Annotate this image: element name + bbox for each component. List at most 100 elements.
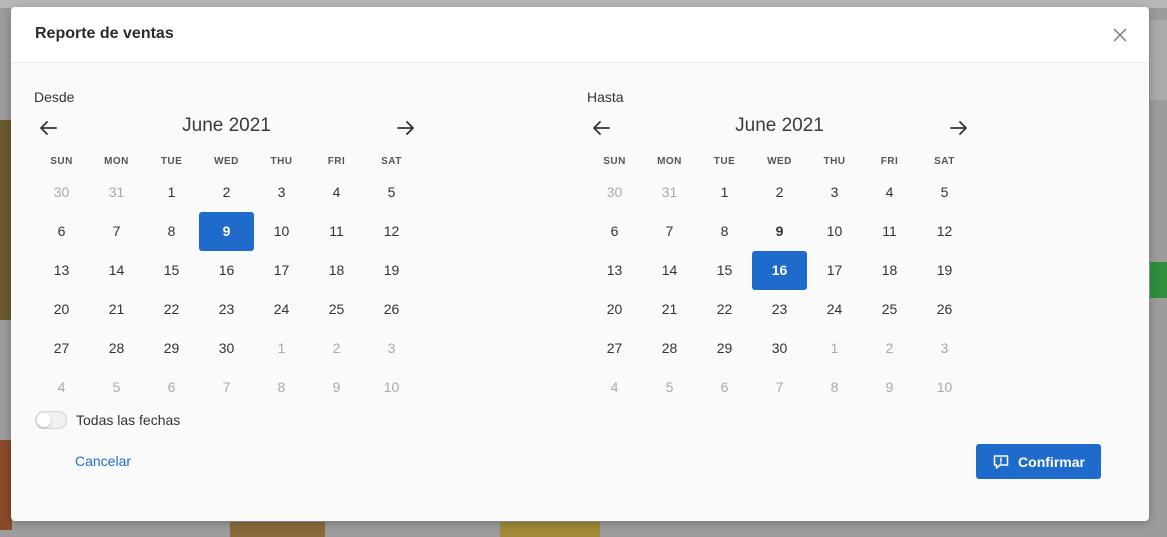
- calendar-day[interactable]: 6: [34, 212, 89, 251]
- calendar-day[interactable]: 25: [862, 290, 917, 329]
- calendar-day[interactable]: 8: [697, 212, 752, 251]
- calendar-day[interactable]: 12: [364, 212, 419, 251]
- calendar-day[interactable]: 5: [364, 173, 419, 212]
- calendar-day[interactable]: 15: [697, 251, 752, 290]
- calendar-day[interactable]: 11: [862, 212, 917, 251]
- calendar-day[interactable]: 22: [697, 290, 752, 329]
- calendar-day[interactable]: 2: [752, 173, 807, 212]
- calendar-day[interactable]: 30: [199, 329, 254, 368]
- calendar-day[interactable]: 29: [697, 329, 752, 368]
- calendar-day[interactable]: 14: [89, 251, 144, 290]
- to-next-month-arrow-icon[interactable]: [947, 116, 971, 140]
- weekday-label: FRI: [327, 156, 346, 167]
- calendar-day[interactable]: 28: [642, 329, 697, 368]
- weekday-label: SAT: [934, 156, 955, 167]
- calendar-day[interactable]: 24: [807, 290, 862, 329]
- calendar-day[interactable]: 4: [309, 173, 364, 212]
- calendar-day[interactable]: 26: [917, 290, 972, 329]
- background-strip: [1150, 20, 1167, 100]
- calendar-day[interactable]: 29: [144, 329, 199, 368]
- calendar-day[interactable]: 26: [364, 290, 419, 329]
- calendar-day[interactable]: 17: [254, 251, 309, 290]
- calendar-day[interactable]: 7: [199, 368, 254, 407]
- calendar-day[interactable]: 1: [254, 329, 309, 368]
- calendar-day[interactable]: 5: [642, 368, 697, 407]
- from-selected-day[interactable]: 9: [199, 212, 254, 251]
- calendar-day[interactable]: 10: [807, 212, 862, 251]
- calendar-day[interactable]: 8: [254, 368, 309, 407]
- calendar-day[interactable]: 5: [89, 368, 144, 407]
- calendar-day[interactable]: 8: [807, 368, 862, 407]
- from-next-month-arrow-icon[interactable]: [394, 116, 418, 140]
- calendar-day[interactable]: 4: [862, 173, 917, 212]
- calendar-day[interactable]: 25: [309, 290, 364, 329]
- calendar-day[interactable]: 11: [309, 212, 364, 251]
- calendar-day[interactable]: 3: [254, 173, 309, 212]
- calendar-day[interactable]: 30: [587, 173, 642, 212]
- calendar-day[interactable]: 10: [917, 368, 972, 407]
- calendar-day[interactable]: 18: [309, 251, 364, 290]
- calendar-day[interactable]: 31: [89, 173, 144, 212]
- calendar-day[interactable]: 24: [254, 290, 309, 329]
- calendar-day[interactable]: 17: [807, 251, 862, 290]
- calendar-day[interactable]: 23: [199, 290, 254, 329]
- calendar-day[interactable]: 4: [34, 368, 89, 407]
- calendar-day[interactable]: 1: [807, 329, 862, 368]
- calendar-day[interactable]: 30: [752, 329, 807, 368]
- to-selected-day[interactable]: 16: [752, 251, 807, 290]
- calendar-day[interactable]: 7: [752, 368, 807, 407]
- calendar-day[interactable]: 21: [89, 290, 144, 329]
- calendar-day[interactable]: 2: [862, 329, 917, 368]
- calendar-day[interactable]: 12: [917, 212, 972, 251]
- modal-title: Reporte de ventas: [35, 25, 174, 42]
- calendar-day[interactable]: 16: [199, 251, 254, 290]
- calendar-day[interactable]: 5: [917, 173, 972, 212]
- calendar-day[interactable]: 21: [642, 290, 697, 329]
- calendar-day[interactable]: 18: [862, 251, 917, 290]
- calendar-day[interactable]: 19: [364, 251, 419, 290]
- calendar-day[interactable]: 13: [587, 251, 642, 290]
- calendar-day[interactable]: 9: [309, 368, 364, 407]
- calendar-day[interactable]: 2: [199, 173, 254, 212]
- calendar-day[interactable]: 2: [309, 329, 364, 368]
- calendar-day[interactable]: 19: [917, 251, 972, 290]
- calendar-day[interactable]: 27: [587, 329, 642, 368]
- calendar-day[interactable]: 9: [752, 212, 807, 251]
- background-strip: [1150, 262, 1167, 298]
- all-dates-toggle[interactable]: [35, 411, 67, 429]
- weekday-label: SUN: [50, 156, 73, 167]
- close-icon[interactable]: [1111, 26, 1129, 44]
- calendar-day[interactable]: 20: [587, 290, 642, 329]
- calendar-day[interactable]: 1: [144, 173, 199, 212]
- confirm-button[interactable]: Confirmar: [976, 444, 1101, 479]
- calendar-day[interactable]: 27: [34, 329, 89, 368]
- calendar-day[interactable]: 31: [642, 173, 697, 212]
- calendar-day[interactable]: 28: [89, 329, 144, 368]
- from-weekday-header: SUN MON TUE WED THU FRI SAT: [34, 151, 419, 173]
- all-dates-toggle-row: Todas las fechas: [35, 410, 180, 430]
- calendar-day[interactable]: 3: [807, 173, 862, 212]
- calendar-day[interactable]: 20: [34, 290, 89, 329]
- calendar-day[interactable]: 4: [587, 368, 642, 407]
- calendar-day[interactable]: 10: [254, 212, 309, 251]
- calendar-day[interactable]: 3: [364, 329, 419, 368]
- calendar-day[interactable]: 7: [89, 212, 144, 251]
- calendar-day[interactable]: 15: [144, 251, 199, 290]
- calendar-day[interactable]: 10: [364, 368, 419, 407]
- calendar-day[interactable]: 22: [144, 290, 199, 329]
- calendar-day[interactable]: 6: [144, 368, 199, 407]
- calendar-day[interactable]: 13: [34, 251, 89, 290]
- calendar-day[interactable]: 7: [642, 212, 697, 251]
- calendar-day[interactable]: 6: [587, 212, 642, 251]
- calendar-day[interactable]: 6: [697, 368, 752, 407]
- calendar-day[interactable]: 9: [862, 368, 917, 407]
- from-day-grid: 30 31 1 2 3 4 5 6 7 8 9 10 11 12 13 14 15 16 17 18 19 20 21 22 2…: [34, 173, 419, 407]
- cancel-button[interactable]: Cancelar: [75, 453, 131, 469]
- weekday-label: SAT: [381, 156, 402, 167]
- calendar-day[interactable]: 8: [144, 212, 199, 251]
- calendar-day[interactable]: 30: [34, 173, 89, 212]
- calendar-day[interactable]: 3: [917, 329, 972, 368]
- calendar-day[interactable]: 1: [697, 173, 752, 212]
- calendar-day[interactable]: 14: [642, 251, 697, 290]
- calendar-day[interactable]: 23: [752, 290, 807, 329]
